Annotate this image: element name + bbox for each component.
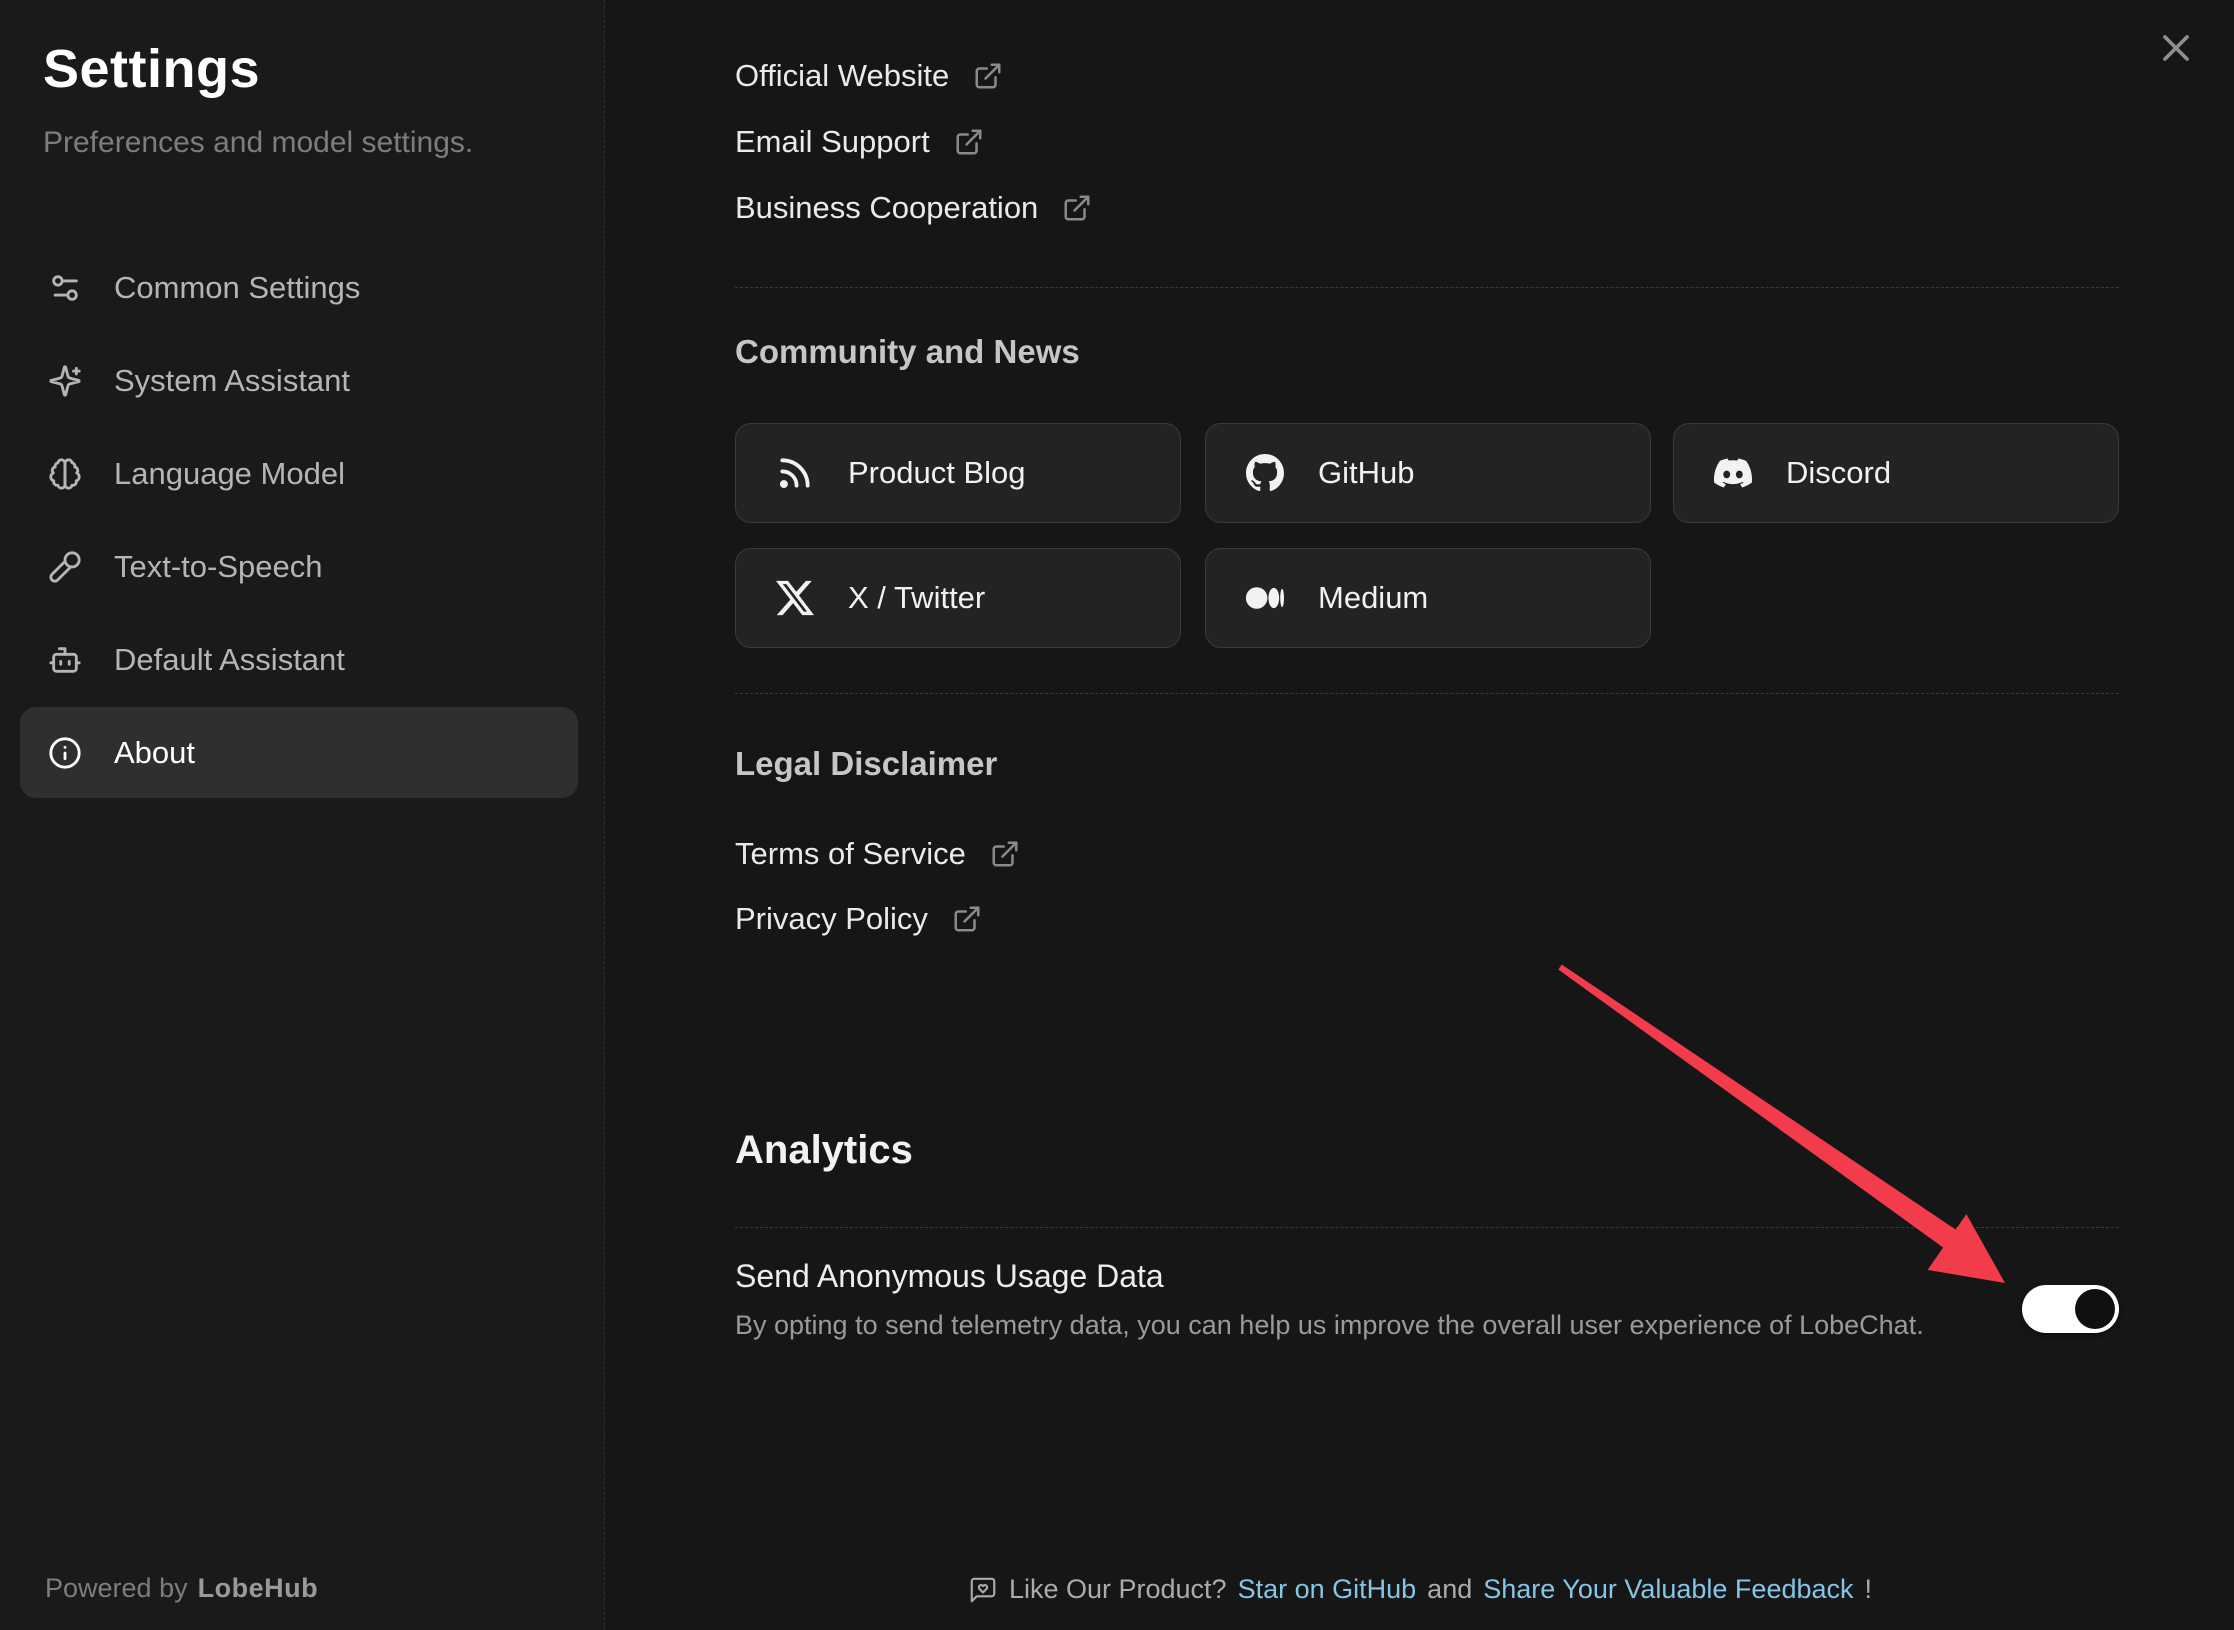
link-label: Terms of Service xyxy=(735,836,966,872)
button-label: Product Blog xyxy=(848,455,1026,491)
sidebar: Settings Preferences and model settings.… xyxy=(0,0,605,1630)
community-section-title: Community and News xyxy=(735,333,1080,371)
button-label: Medium xyxy=(1318,580,1428,616)
analytics-section-title: Analytics xyxy=(735,1128,913,1173)
page-subtitle: Preferences and model settings. xyxy=(43,126,604,160)
about-content: Contact Us Official Website Email Suppor… xyxy=(735,0,2119,1630)
settings-window: Settings Preferences and model settings.… xyxy=(0,0,2234,1630)
sidebar-item-label: Common Settings xyxy=(114,270,360,306)
link-label: Email Support xyxy=(735,124,930,160)
medium-button[interactable]: Medium xyxy=(1205,548,1651,648)
official-website-link[interactable]: Official Website xyxy=(735,58,1003,94)
sidebar-item-language-model[interactable]: Language Model xyxy=(20,428,578,519)
sidebar-item-label: About xyxy=(114,735,195,771)
send-usage-data-label: Send Anonymous Usage Data xyxy=(735,1258,1164,1295)
footer-text: and xyxy=(1427,1574,1472,1605)
footer-text: Like Our Product? xyxy=(1009,1574,1227,1605)
settings-nav: Common Settings System Assistant Languag… xyxy=(20,242,578,798)
powered-by-label: Powered by xyxy=(45,1573,188,1603)
lobehub-brand[interactable]: LobeHub xyxy=(198,1573,318,1603)
discord-button[interactable]: Discord xyxy=(1673,423,2119,523)
sidebar-item-text-to-speech[interactable]: Text-to-Speech xyxy=(20,521,578,612)
close-icon[interactable] xyxy=(2154,26,2198,70)
button-label: X / Twitter xyxy=(848,580,985,616)
sidebar-item-label: Default Assistant xyxy=(114,642,345,678)
button-label: GitHub xyxy=(1318,455,1414,491)
info-icon xyxy=(48,736,82,770)
button-label: Discord xyxy=(1786,455,1891,491)
legal-section-title: Legal Disclaimer xyxy=(735,745,997,783)
external-link-icon xyxy=(990,839,1020,869)
email-support-link[interactable]: Email Support xyxy=(735,124,984,160)
sidebar-item-system-assistant[interactable]: System Assistant xyxy=(20,335,578,426)
privacy-policy-link[interactable]: Privacy Policy xyxy=(735,901,982,937)
bot-icon xyxy=(48,643,82,677)
sparkles-icon xyxy=(48,364,82,398)
contact-section-title: Contact Us xyxy=(735,0,946,9)
footer-note: Like Our Product? Star on GitHub and Sha… xyxy=(606,1574,2234,1605)
sliders-icon xyxy=(48,271,82,305)
feedback-bubble-icon xyxy=(968,1575,998,1605)
product-blog-button[interactable]: Product Blog xyxy=(735,423,1181,523)
link-label: Official Website xyxy=(735,58,949,94)
github-button[interactable]: GitHub xyxy=(1205,423,1651,523)
sidebar-item-common-settings[interactable]: Common Settings xyxy=(20,242,578,333)
mic-icon xyxy=(48,550,82,584)
discord-icon xyxy=(1714,454,1752,492)
share-feedback-link[interactable]: Share Your Valuable Feedback xyxy=(1483,1574,1853,1605)
send-usage-data-toggle[interactable] xyxy=(2022,1285,2119,1333)
sidebar-item-default-assistant[interactable]: Default Assistant xyxy=(20,614,578,705)
external-link-icon xyxy=(952,904,982,934)
external-link-icon xyxy=(973,61,1003,91)
x-twitter-icon xyxy=(776,579,814,617)
sidebar-item-label: Text-to-Speech xyxy=(114,549,323,585)
x-twitter-button[interactable]: X / Twitter xyxy=(735,548,1181,648)
star-on-github-link[interactable]: Star on GitHub xyxy=(1238,1574,1417,1605)
sidebar-item-label: Language Model xyxy=(114,456,345,492)
section-divider xyxy=(735,287,2119,288)
powered-by: Powered by LobeHub xyxy=(45,1573,318,1604)
medium-icon xyxy=(1246,579,1284,617)
link-label: Business Cooperation xyxy=(735,190,1038,226)
external-link-icon xyxy=(954,127,984,157)
business-cooperation-link[interactable]: Business Cooperation xyxy=(735,190,1092,226)
brain-icon xyxy=(48,457,82,491)
sidebar-item-label: System Assistant xyxy=(114,363,350,399)
footer-text: ! xyxy=(1865,1574,1873,1605)
rss-icon xyxy=(776,454,814,492)
terms-of-service-link[interactable]: Terms of Service xyxy=(735,836,1020,872)
external-link-icon xyxy=(1062,193,1092,223)
send-usage-data-description: By opting to send telemetry data, you ca… xyxy=(735,1310,1924,1341)
link-label: Privacy Policy xyxy=(735,901,928,937)
about-panel: Contact Us Official Website Email Suppor… xyxy=(606,0,2234,1630)
sidebar-item-about[interactable]: About xyxy=(20,707,578,798)
github-icon xyxy=(1246,454,1284,492)
toggle-knob xyxy=(2075,1289,2115,1329)
page-title: Settings xyxy=(43,38,604,100)
section-divider xyxy=(735,1227,2119,1228)
section-divider xyxy=(735,693,2119,694)
